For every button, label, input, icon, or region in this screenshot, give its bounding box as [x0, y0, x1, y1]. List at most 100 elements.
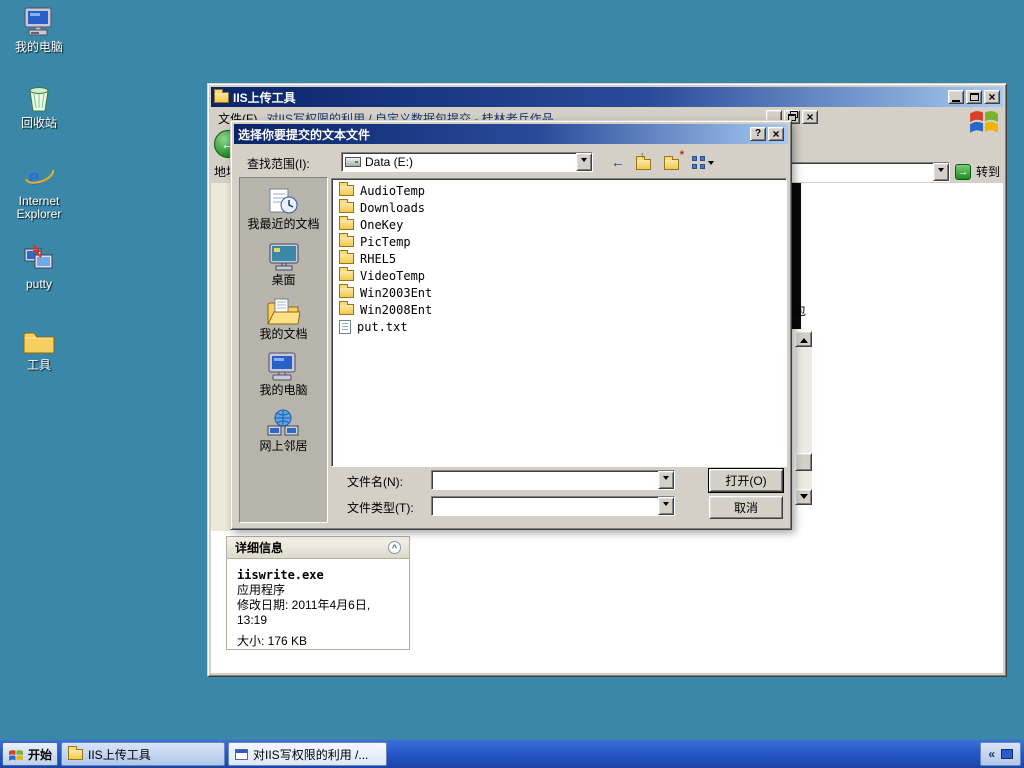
chevron-down-icon — [581, 158, 587, 165]
desktop-icon-label: 回收站 — [20, 116, 57, 130]
task-label: 对IIS写权限的利用 /... — [253, 747, 369, 762]
cancel-button[interactable]: 取消 — [709, 496, 783, 519]
recycle-bin-icon — [29, 87, 49, 112]
views-grid-icon — [692, 155, 705, 169]
scroll-down-button[interactable] — [795, 489, 812, 505]
look-in-combobox[interactable]: Data (E:) — [341, 152, 593, 172]
place-desktop[interactable]: 桌面 — [268, 241, 300, 287]
display-tray-icon[interactable] — [1001, 749, 1013, 759]
my-computer-icon — [268, 352, 296, 381]
my-computer-icon — [24, 7, 52, 36]
drive-icon — [345, 157, 361, 167]
svg-text:e: e — [28, 162, 40, 191]
address-dropdown-button[interactable] — [932, 162, 949, 181]
file-item[interactable]: VideoTemp — [339, 267, 779, 284]
chevron-down-icon — [708, 160, 714, 168]
help-icon: ? — [754, 128, 762, 139]
taskbar: 开始 IIS上传工具 对IIS写权限的利用 /... « — [0, 740, 1024, 768]
file-item[interactable]: Win2008Ent — [339, 301, 779, 318]
desktop-icon-recycle-bin[interactable]: 回收站 — [3, 82, 75, 130]
desktop-icon-internet-explorer[interactable]: e Internet Explorer — [3, 160, 75, 221]
close-icon: × — [806, 109, 814, 124]
file-item[interactable]: Downloads — [339, 199, 779, 216]
go-arrow-icon[interactable]: → — [954, 163, 971, 180]
place-my-network[interactable]: 网上邻居 — [259, 407, 308, 453]
file-name-combobox[interactable] — [431, 470, 675, 490]
collapse-chevron-icon[interactable]: « — [988, 747, 995, 761]
desktop-icon — [269, 243, 298, 271]
file-name-dropdown-button[interactable] — [658, 471, 674, 489]
ie-icon: e — [25, 162, 55, 191]
file-item[interactable]: PicTemp — [339, 233, 779, 250]
folder-icon — [339, 233, 354, 247]
taskbar-task-iis-tool[interactable]: IIS上传工具 — [61, 742, 226, 766]
file-item[interactable]: AudioTemp — [339, 182, 779, 199]
file-item[interactable]: put.txt — [339, 318, 779, 335]
file-item[interactable]: RHEL5 — [339, 250, 779, 267]
open-button[interactable]: 打开(O) — [709, 469, 783, 492]
dialog-titlebar[interactable]: 选择你要提交的文本文件 ? × — [234, 124, 788, 144]
start-button[interactable]: 开始 — [2, 742, 59, 766]
details-file-size: 大小: 176 KB — [237, 634, 308, 648]
vertical-scrollbar[interactable] — [795, 331, 812, 505]
window-titlebar[interactable]: IIS上传工具 × — [211, 87, 1003, 107]
desktop-icon-my-computer[interactable]: 我的电脑 — [3, 6, 75, 54]
scrollbar-thumb[interactable] — [795, 453, 812, 471]
details-panel-header: 详细信息 ^ — [227, 537, 409, 559]
place-label: 我最近的文档 — [247, 217, 320, 231]
desktop-icon-putty[interactable]: putty — [3, 243, 75, 291]
child-close-button[interactable]: × — [802, 110, 818, 124]
desktop-icon-tools-folder[interactable]: 工具 — [3, 328, 75, 372]
back-folder-icon[interactable]: ← — [611, 154, 625, 170]
close-icon: × — [988, 89, 996, 104]
file-type-combobox[interactable] — [431, 496, 675, 516]
file-item[interactable]: OneKey — [339, 216, 779, 233]
file-type-dropdown-button[interactable] — [658, 497, 674, 515]
help-button[interactable]: ? — [750, 127, 766, 141]
arrow-up-icon: ↑ — [640, 149, 645, 160]
folder-icon — [636, 155, 651, 170]
desktop-icon-label: Internet Explorer — [16, 194, 62, 221]
places-bar: 我最近的文档 桌面 我的文档 我的电脑 网上邻居 — [239, 177, 328, 523]
chevron-down-icon — [937, 167, 944, 175]
my-documents-icon — [267, 298, 301, 325]
place-my-documents[interactable]: 我的文档 — [259, 297, 308, 341]
look-in-label: 查找范围(I): — [247, 157, 310, 171]
new-folder-button[interactable]: * — [664, 149, 684, 170]
desktop-icon-label: 我的电脑 — [14, 40, 63, 54]
page-left-strip — [211, 183, 231, 531]
folder-icon — [339, 199, 354, 213]
file-item[interactable]: Win2003Ent — [339, 284, 779, 301]
recent-documents-icon — [269, 188, 298, 214]
details-file-type: 应用程序 — [237, 583, 286, 597]
place-my-computer[interactable]: 我的电脑 — [259, 351, 308, 397]
folder-icon — [214, 88, 229, 103]
folder-icon — [339, 284, 354, 298]
dialog-close-button[interactable]: × — [768, 127, 784, 141]
folder-icon — [664, 155, 679, 170]
desktop-icon-label: 工具 — [26, 358, 51, 372]
place-label: 我的文档 — [259, 327, 308, 341]
view-menu-button[interactable] — [692, 155, 714, 169]
maximize-icon — [969, 93, 979, 101]
place-recent-documents[interactable]: 我最近的文档 — [247, 185, 320, 231]
maximize-button[interactable] — [966, 90, 982, 104]
sparkle-icon: * — [679, 148, 684, 161]
details-panel: 详细信息 ^ iiswrite.exe 应用程序 修改日期: 2011年4月6日… — [226, 536, 410, 650]
minimize-icon — [952, 99, 960, 102]
file-list[interactable]: AudioTemp Downloads OneKey PicTemp RHEL5… — [331, 178, 787, 467]
folder-icon — [68, 745, 84, 760]
arrow-up-icon — [799, 334, 808, 343]
chevron-down-icon — [663, 476, 669, 483]
folder-icon — [23, 332, 55, 354]
go-label[interactable]: 转到 — [976, 163, 1000, 180]
minimize-button[interactable] — [948, 90, 964, 104]
look-in-dropdown-button[interactable] — [576, 153, 592, 171]
scroll-up-button[interactable] — [795, 331, 812, 347]
taskbar-task-iis-exploit-page[interactable]: 对IIS写权限的利用 /... — [228, 742, 388, 766]
collapse-chevron-icon[interactable]: ^ — [388, 541, 401, 554]
up-one-level-button[interactable]: ↑ — [636, 150, 653, 170]
place-label: 网上邻居 — [259, 439, 308, 453]
close-button[interactable]: × — [984, 90, 1000, 104]
file-type-label: 文件类型(T): — [347, 501, 414, 515]
